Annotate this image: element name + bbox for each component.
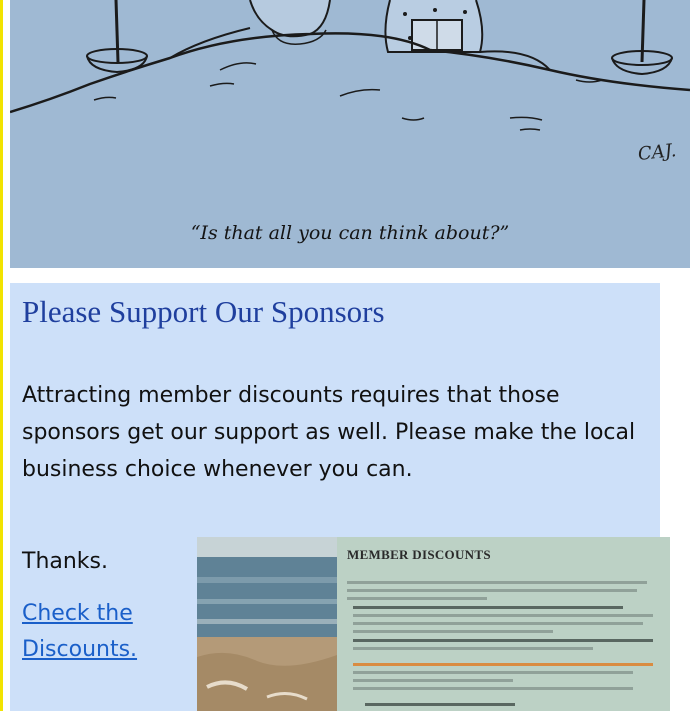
sponsors-panel: Please Support Our Sponsors Attracting m… xyxy=(10,283,670,711)
doc-text-line xyxy=(353,647,593,650)
doc-text-line xyxy=(347,589,637,592)
beach-photo xyxy=(197,537,337,711)
doc-text-line xyxy=(353,663,653,666)
doc-text-line xyxy=(347,581,647,584)
doc-text-line xyxy=(353,687,633,690)
discount-document-preview: MEMBER DISCOUNTS xyxy=(345,537,670,711)
sponsors-message: Attracting member discounts requires tha… xyxy=(22,383,636,482)
doc-text-line xyxy=(353,639,653,642)
doc-text-line xyxy=(353,622,643,625)
member-discounts-heading: MEMBER DISCOUNTS xyxy=(347,547,491,562)
thanks-text: Thanks. xyxy=(22,549,109,574)
doc-text-line xyxy=(353,679,513,682)
cartoon-image: CAJ. “Is that all you can think about?” xyxy=(10,0,690,268)
left-accent-rule xyxy=(0,0,3,711)
doc-text-line xyxy=(353,614,653,617)
doc-text-line xyxy=(365,703,515,706)
doc-text-line xyxy=(347,597,487,600)
member-discounts-thumbnail[interactable]: MEMBER DISCOUNTS xyxy=(197,537,670,711)
cartoon-caption: “Is that all you can think about?” xyxy=(190,222,510,244)
check-discounts-link[interactable]: Check the Discounts. xyxy=(22,596,177,668)
doc-text-line xyxy=(353,630,553,633)
doc-text-line xyxy=(353,671,633,674)
sponsors-title: Please Support Our Sponsors xyxy=(22,294,385,329)
doc-text-line xyxy=(353,606,623,609)
cartoon-signature: CAJ. xyxy=(637,140,678,165)
